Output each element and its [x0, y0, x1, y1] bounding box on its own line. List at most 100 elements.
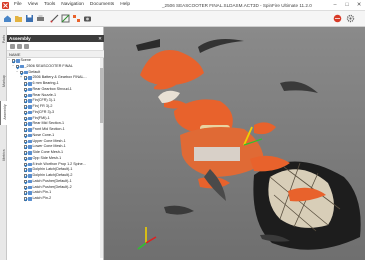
visibility-checkbox[interactable] — [23, 197, 27, 201]
menu-navigation[interactable]: Navigation — [61, 2, 84, 9]
part-icon — [28, 105, 32, 109]
measure-icon[interactable] — [50, 14, 59, 23]
panel-header: Assembly ✕ — [7, 35, 104, 42]
visibility-checkbox[interactable] — [23, 179, 27, 184]
home-icon[interactable] — [3, 14, 12, 23]
menu-view[interactable]: View — [28, 2, 38, 9]
visibility-checkbox[interactable] — [23, 116, 27, 120]
expand-all-icon[interactable] — [10, 44, 15, 49]
part-icon — [28, 162, 32, 167]
section-icon[interactable] — [61, 14, 70, 23]
visibility-checkbox[interactable] — [23, 82, 27, 86]
fin-dark-2 — [280, 81, 318, 93]
latch-ring-right — [254, 122, 276, 135]
tab-assembly[interactable]: Assembly — [0, 101, 7, 125]
tab-metrics[interactable]: Metrics — [0, 145, 7, 167]
visibility-checkbox[interactable] — [23, 133, 27, 138]
fin-top — [198, 39, 244, 53]
menu-tools[interactable]: Tools — [44, 2, 55, 9]
part-icon — [28, 174, 32, 178]
part-icon — [28, 82, 32, 86]
3d-viewport[interactable] — [104, 27, 365, 260]
exploded-model-render[interactable] — [104, 27, 365, 260]
camera-icon[interactable] — [83, 14, 92, 23]
app-logo-icon — [2, 2, 9, 9]
menu-file[interactable]: File — [14, 2, 22, 9]
settings-gear-icon[interactable] — [346, 14, 355, 23]
part-icon — [28, 122, 32, 126]
menu-help[interactable]: Help — [120, 2, 130, 9]
visibility-checkbox[interactable] — [11, 59, 15, 63]
tree-scrollbar[interactable] — [100, 58, 103, 258]
visibility-checkbox[interactable] — [23, 105, 27, 109]
tab-parts[interactable]: Parts — [0, 29, 7, 51]
visibility-checkbox[interactable] — [23, 139, 27, 143]
assembly-icon — [16, 59, 20, 63]
menu-bar: File View Tools Navigation Documents Hel… — [14, 2, 130, 9]
close-window-button[interactable]: ✕ — [353, 0, 365, 10]
main-toolbar — [0, 11, 365, 27]
column-header-name[interactable]: NAME — [7, 51, 104, 58]
visibility-checkbox[interactable] — [23, 174, 27, 178]
minimize-button[interactable]: – — [329, 0, 341, 10]
visibility-checkbox[interactable] — [23, 122, 27, 126]
part-icon — [28, 128, 32, 132]
visibility-checkbox[interactable] — [23, 151, 27, 155]
visibility-checkbox[interactable] — [23, 156, 27, 161]
nose-cone — [140, 50, 204, 86]
collapse-all-icon[interactable] — [17, 44, 22, 49]
visibility-checkbox[interactable] — [23, 128, 27, 132]
part-icon — [28, 99, 32, 103]
visibility-checkbox[interactable] — [23, 145, 27, 149]
side-tab-strip: Parts Markup Assembly Metrics — [0, 27, 7, 260]
visibility-checkbox[interactable] — [23, 99, 27, 103]
scrollbar-thumb[interactable] — [100, 68, 103, 123]
triad-x-axis — [145, 236, 157, 244]
part-icon — [28, 156, 32, 161]
part-icon — [28, 145, 32, 149]
tab-markup-label: Markup — [2, 75, 6, 87]
explode-icon[interactable] — [72, 14, 81, 23]
visibility-checkbox[interactable] — [15, 64, 19, 69]
dark-cone-piece — [136, 39, 160, 51]
visibility-checkbox[interactable] — [23, 162, 27, 166]
visibility-checkbox[interactable] — [19, 70, 23, 74]
part-icon — [28, 151, 32, 155]
visibility-checkbox[interactable] — [23, 93, 27, 97]
assembly-panel: Assembly ✕ NAME − Scene − _2506 SEASCOOTER … — [7, 27, 104, 260]
spinfire-logo-icon — [333, 14, 342, 23]
maximize-button[interactable]: □ — [341, 0, 353, 10]
filter-icon[interactable] — [24, 44, 29, 49]
part-icon — [28, 168, 32, 172]
visibility-checkbox[interactable] — [23, 168, 27, 172]
tree-row[interactable]: Latch Pin-2 — [7, 196, 101, 202]
visibility-checkbox[interactable] — [23, 191, 27, 195]
tab-markup[interactable]: Markup — [0, 71, 7, 93]
tree-row-label: Latch Pin-2 — [32, 196, 52, 200]
part-icon — [28, 93, 32, 98]
part-icon — [28, 87, 32, 92]
open-file-icon[interactable] — [14, 14, 23, 23]
assembly-tree: − Scene − _2506 SEASCOOTER FINAL − Default +25… — [7, 58, 101, 202]
assembly-icon — [28, 76, 32, 80]
panel-close-button[interactable]: ✕ — [98, 35, 102, 42]
part-icon — [28, 197, 32, 201]
save-icon[interactable] — [25, 14, 34, 23]
panel-toolbar — [7, 42, 104, 51]
visibility-checkbox[interactable] — [23, 87, 27, 92]
part-icon — [28, 191, 32, 195]
part-icon — [28, 110, 32, 115]
visibility-checkbox[interactable] — [23, 185, 27, 189]
tab-metrics-label: Metrics — [2, 149, 6, 161]
triad-z-axis — [137, 242, 147, 250]
visibility-checkbox[interactable] — [23, 76, 27, 80]
menu-documents[interactable]: Documents — [90, 2, 114, 9]
assembly-icon — [20, 64, 24, 69]
part-icon — [28, 185, 32, 190]
latch-pin — [164, 205, 194, 215]
tab-parts-label: Parts — [2, 34, 6, 44]
visibility-checkbox[interactable] — [23, 110, 27, 115]
gearbox-shroud — [194, 147, 240, 161]
print-icon[interactable] — [36, 14, 45, 23]
assembly-icon — [24, 70, 28, 75]
